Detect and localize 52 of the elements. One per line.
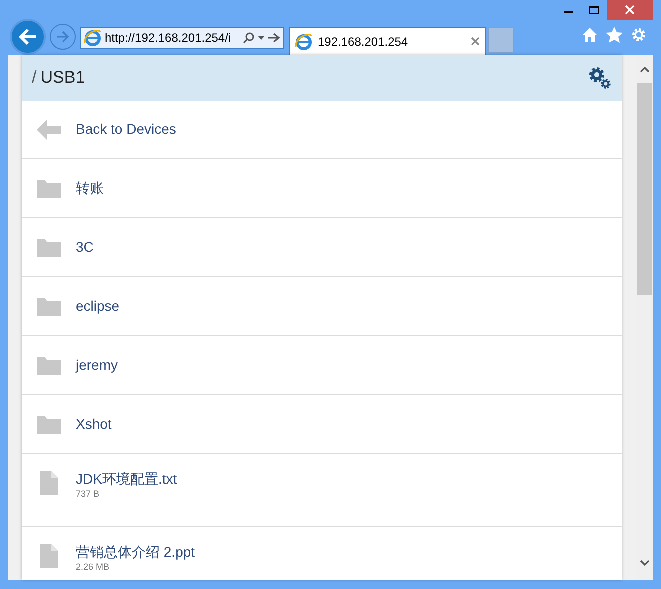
forward-arrow-icon bbox=[56, 31, 70, 43]
back-label: Back to Devices bbox=[76, 120, 176, 139]
minimize-icon bbox=[564, 11, 572, 13]
browser-tab[interactable]: 192.168.201.254 bbox=[289, 27, 486, 55]
file-icon bbox=[40, 544, 58, 568]
back-arrow-icon bbox=[18, 28, 38, 46]
file-name: 营销总体介绍 2.ppt bbox=[76, 544, 196, 560]
back-row[interactable]: Back to Devices bbox=[22, 101, 622, 159]
search-icon bbox=[243, 32, 255, 44]
breadcrumb-separator: / bbox=[32, 67, 37, 90]
folder-icon bbox=[37, 237, 61, 257]
folder-row[interactable]: 3C bbox=[22, 218, 622, 277]
browser-logo-icon bbox=[295, 32, 313, 50]
close-button[interactable] bbox=[607, 0, 653, 20]
settings-icon[interactable] bbox=[631, 27, 647, 43]
scroll-up-icon[interactable] bbox=[640, 67, 650, 73]
folder-name: jeremy bbox=[76, 356, 118, 375]
file-icon bbox=[40, 471, 58, 495]
home-icon[interactable] bbox=[582, 27, 598, 43]
folder-row[interactable]: Xshot bbox=[22, 395, 622, 454]
gears-icon[interactable] bbox=[588, 66, 612, 90]
back-button[interactable] bbox=[10, 19, 46, 55]
file-row[interactable]: JDK环境配置.txt 737 B bbox=[22, 454, 622, 527]
scrollbar-thumb[interactable] bbox=[637, 83, 652, 295]
folder-icon bbox=[37, 414, 61, 434]
close-icon bbox=[625, 5, 635, 15]
file-name: JDK环境配置.txt bbox=[76, 471, 178, 487]
folder-row[interactable]: 转账 bbox=[22, 159, 622, 218]
address-bar[interactable]: http://192.168.201.254/i bbox=[80, 27, 284, 49]
folder-row[interactable]: eclipse bbox=[22, 277, 622, 336]
back-arrow-icon bbox=[37, 120, 61, 140]
browser-logo-icon bbox=[84, 29, 102, 47]
folder-icon bbox=[37, 355, 61, 375]
go-arrow-icon bbox=[268, 33, 280, 43]
file-size: 737 B bbox=[76, 488, 101, 501]
folder-name: 转账 bbox=[76, 178, 104, 198]
dropdown-icon bbox=[258, 36, 265, 40]
file-row[interactable]: 营销总体介绍 2.ppt 2.26 MB bbox=[22, 527, 622, 580]
breadcrumb-current: USB1 bbox=[40, 67, 86, 90]
folder-name: Xshot bbox=[76, 414, 112, 434]
tab-title: 192.168.201.254 bbox=[318, 34, 408, 50]
close-tab-icon[interactable] bbox=[471, 37, 480, 46]
folder-row[interactable]: jeremy bbox=[22, 336, 622, 395]
folder-icon bbox=[37, 296, 61, 316]
folder-icon bbox=[37, 178, 61, 198]
maximize-icon bbox=[589, 6, 599, 14]
star-icon[interactable] bbox=[606, 27, 623, 43]
file-size: 2.26 MB bbox=[76, 561, 111, 574]
scroll-down-icon[interactable] bbox=[640, 560, 650, 566]
folder-name: 3C bbox=[76, 238, 94, 256]
address-text: http://192.168.201.254/i bbox=[105, 30, 232, 47]
folder-name: eclipse bbox=[76, 296, 120, 316]
